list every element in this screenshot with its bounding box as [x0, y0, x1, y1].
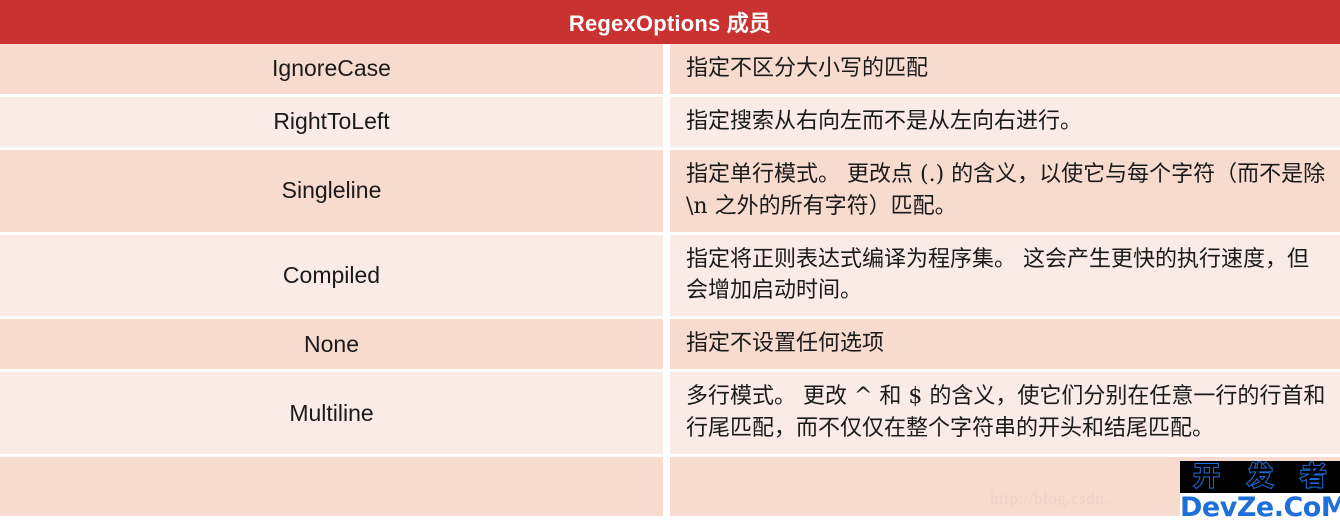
- option-name: Multiline: [0, 372, 670, 458]
- table-row: None 指定不设置任何选项: [0, 319, 1340, 373]
- table-row-empty: [0, 457, 1340, 520]
- option-name: [0, 457, 670, 520]
- option-name: None: [0, 319, 670, 373]
- option-description: [670, 457, 1340, 520]
- table-title: RegexOptions 成员: [0, 0, 1340, 44]
- option-description: 指定将正则表达式编译为程序集。 这会产生更快的执行速度，但会增加启动时间。: [670, 234, 1340, 320]
- option-description: 指定不设置任何选项: [670, 319, 1340, 373]
- option-description: 指定单行模式。 更改点 (.) 的含义，以使它与每个字符（而不是除 \n 之外的…: [670, 149, 1340, 235]
- option-description: 指定搜索从右向左而不是从左向右进行。: [670, 96, 1340, 150]
- table-row: RightToLeft 指定搜索从右向左而不是从左向右进行。: [0, 96, 1340, 150]
- option-name: Singleline: [0, 149, 670, 235]
- option-name: IgnoreCase: [0, 44, 670, 97]
- table-row: Multiline 多行模式。 更改 ^ 和 $ 的含义，使它们分别在任意一行的…: [0, 372, 1340, 458]
- table-row: Singleline 指定单行模式。 更改点 (.) 的含义，以使它与每个字符（…: [0, 149, 1340, 235]
- table-row: IgnoreCase 指定不区分大小写的匹配: [0, 44, 1340, 97]
- option-name: RightToLeft: [0, 96, 670, 150]
- option-description: 指定不区分大小写的匹配: [670, 44, 1340, 97]
- regex-options-table-container: RegexOptions 成员 IgnoreCase 指定不区分大小写的匹配 R…: [0, 0, 1340, 530]
- regex-options-members-table: RegexOptions 成员 IgnoreCase 指定不区分大小写的匹配 R…: [0, 0, 1340, 520]
- option-description: 多行模式。 更改 ^ 和 $ 的含义，使它们分别在任意一行的行首和行尾匹配，而不…: [670, 372, 1340, 458]
- table-body: IgnoreCase 指定不区分大小写的匹配 RightToLeft 指定搜索从…: [0, 44, 1340, 520]
- option-name: Compiled: [0, 234, 670, 320]
- table-row: Compiled 指定将正则表达式编译为程序集。 这会产生更快的执行速度，但会增…: [0, 234, 1340, 320]
- table-header-row: RegexOptions 成员: [0, 0, 1340, 44]
- table-head: RegexOptions 成员: [0, 0, 1340, 44]
